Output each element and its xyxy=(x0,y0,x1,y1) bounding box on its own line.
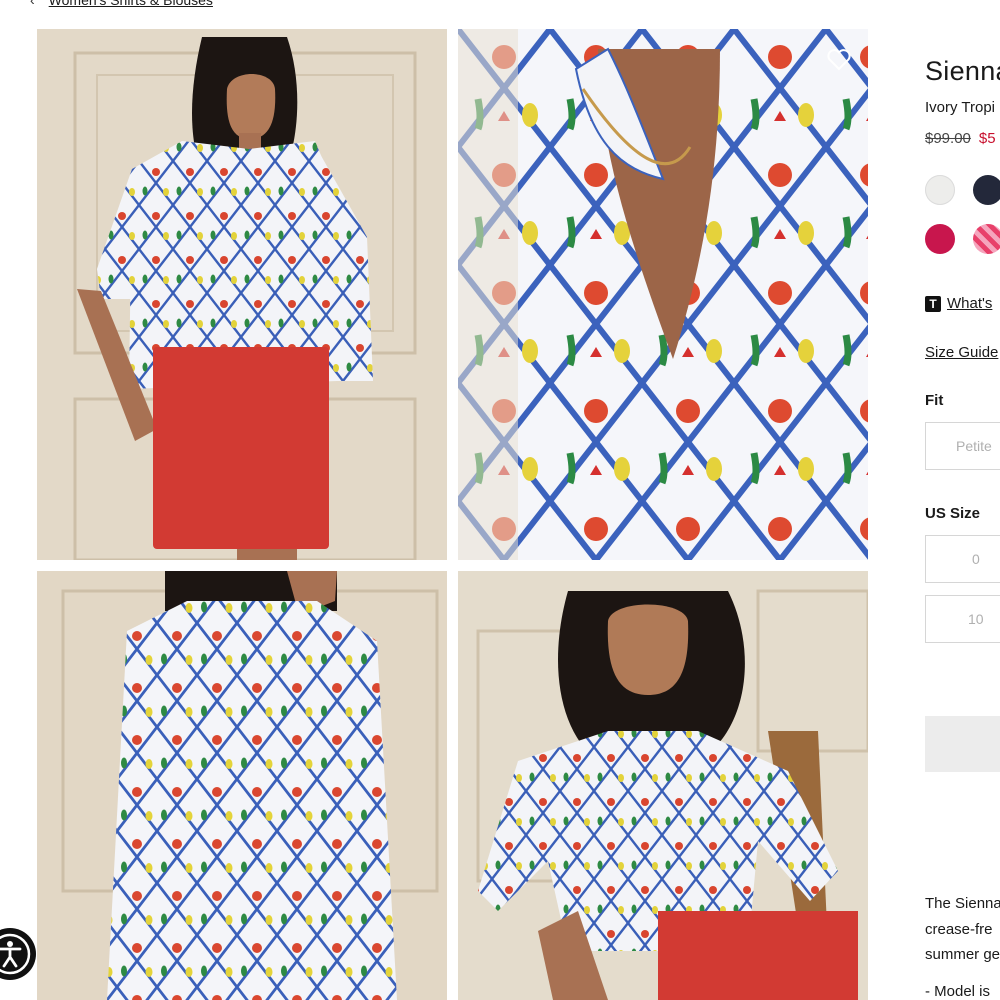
size-option-label: 0 xyxy=(972,551,980,567)
heart-icon[interactable] xyxy=(826,48,852,72)
product-image-back[interactable] xyxy=(37,571,447,1000)
product-info-panel: Sienna Ivory Tropi $99.00 $5 T What's Siz… xyxy=(925,0,1000,1000)
t-badge-icon: T xyxy=(925,295,941,312)
description-line: - Model is xyxy=(925,982,991,1000)
size-guide-link[interactable]: Size Guide xyxy=(925,344,998,361)
size-option-10[interactable]: 10 xyxy=(925,595,1000,643)
product-description: The Sienna crease-fre summer ge - Model … xyxy=(925,891,1000,1000)
whats-new-link[interactable]: T What's xyxy=(925,295,992,312)
swatch-navy[interactable] xyxy=(973,175,1000,205)
breadcrumb-link[interactable]: Women's Shirts & Blouses xyxy=(49,0,213,8)
size-option-0[interactable]: 0 xyxy=(925,535,1000,583)
add-to-bag-button[interactable] xyxy=(925,716,1000,772)
product-image-seated[interactable] xyxy=(458,571,868,1000)
description-line: summer ge xyxy=(925,946,1000,963)
chevron-left-icon[interactable]: ‹ xyxy=(30,0,35,8)
product-image-front[interactable] xyxy=(37,29,447,560)
whats-new-text[interactable]: What's xyxy=(947,295,992,312)
product-title: Sienna xyxy=(925,56,1000,86)
accessibility-button[interactable] xyxy=(0,928,36,980)
product-image-closeup[interactable] xyxy=(458,29,868,560)
fit-option-petite[interactable]: Petite xyxy=(925,422,1000,470)
size-label: US Size xyxy=(925,505,981,522)
swatch-raspberry[interactable] xyxy=(925,224,955,254)
description-line: The Sienna xyxy=(925,895,1000,912)
accessibility-icon xyxy=(0,933,31,975)
breadcrumb: ‹ Women's Shirts & Blouses xyxy=(30,0,213,8)
original-price: $99.00 xyxy=(925,130,971,147)
product-color-name: Ivory Tropi xyxy=(925,99,996,116)
size-option-label: 10 xyxy=(968,611,984,627)
product-price: $99.00 $5 xyxy=(925,130,996,147)
swatch-ivory[interactable] xyxy=(925,175,955,205)
swatch-pink-print[interactable] xyxy=(973,224,1000,254)
fit-label: Fit xyxy=(925,392,944,409)
description-line: crease-fre xyxy=(925,920,993,938)
fit-option-label: Petite xyxy=(956,438,992,454)
sale-price: $5 xyxy=(978,130,996,147)
